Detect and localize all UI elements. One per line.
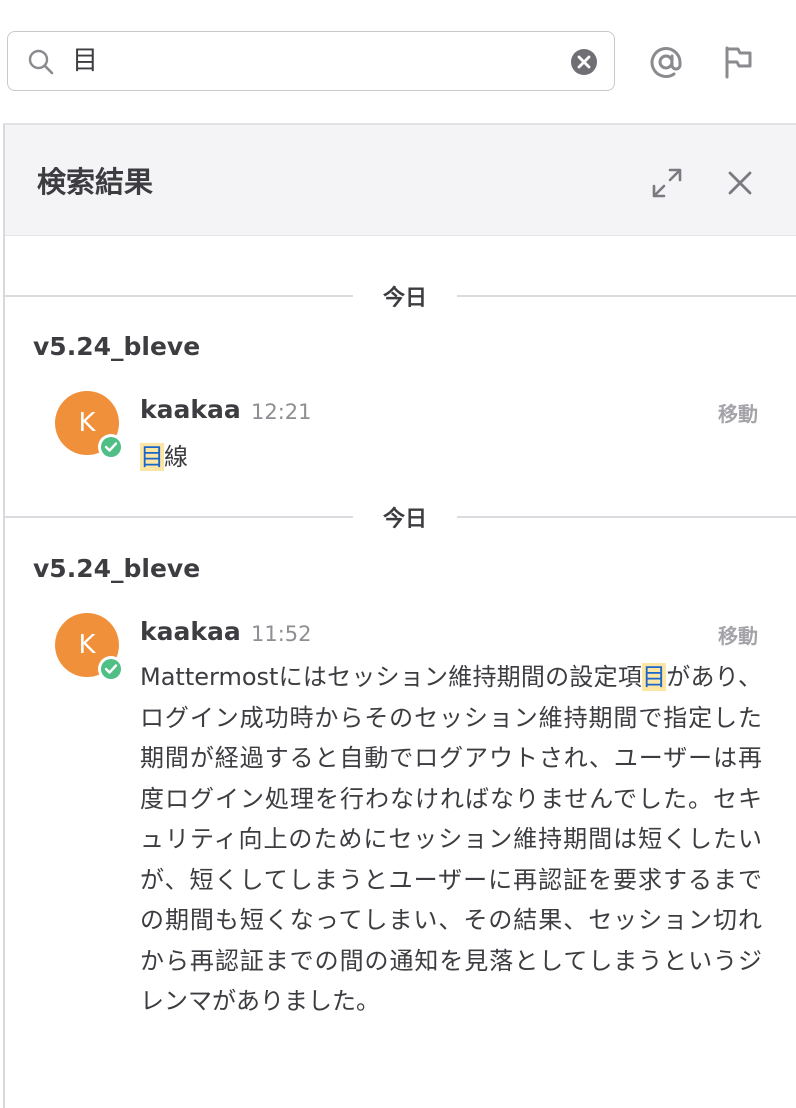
search-header: 目 <box>0 0 796 124</box>
mentions-icon[interactable] <box>648 44 684 80</box>
expand-icon[interactable] <box>651 167 683 199</box>
online-status-icon <box>98 656 124 682</box>
jump-button[interactable]: 移動 <box>718 398 758 427</box>
search-value[interactable]: 目 <box>72 41 98 81</box>
search-input[interactable]: 目 <box>7 31 615 91</box>
date-label: 今日 <box>382 286 427 311</box>
search-icon <box>28 49 54 75</box>
post-message: 目線 <box>140 443 188 471</box>
search-highlight: 目 <box>642 663 667 691</box>
jump-button[interactable]: 移動 <box>718 620 758 649</box>
post-time[interactable]: 12:21 <box>251 400 312 424</box>
panel-title: 検索結果 <box>37 165 154 199</box>
flag-icon[interactable] <box>722 45 754 79</box>
date-separator: 今日 <box>5 501 796 532</box>
search-results-panel: 検索結果 今日 v5.24_bleve K kaakaa 12:21 移動 目線… <box>3 123 796 1108</box>
search-highlight: 目 <box>140 443 164 471</box>
post-username[interactable]: kaakaa <box>140 395 241 424</box>
post-time[interactable]: 11:52 <box>251 622 312 646</box>
channel-name[interactable]: v5.24_bleve <box>33 332 200 361</box>
channel-name[interactable]: v5.24_bleve <box>33 554 200 583</box>
date-label: 今日 <box>382 507 427 532</box>
clear-search-icon[interactable] <box>569 47 599 77</box>
post-message: Mattermostにはセッション維持期間の設定項目があり、ログイン成功時からそ… <box>140 663 763 1015</box>
date-separator: 今日 <box>5 280 796 311</box>
online-status-icon <box>98 434 124 460</box>
close-icon[interactable] <box>726 169 754 197</box>
post-username[interactable]: kaakaa <box>140 617 241 646</box>
panel-header: 検索結果 <box>5 125 796 236</box>
